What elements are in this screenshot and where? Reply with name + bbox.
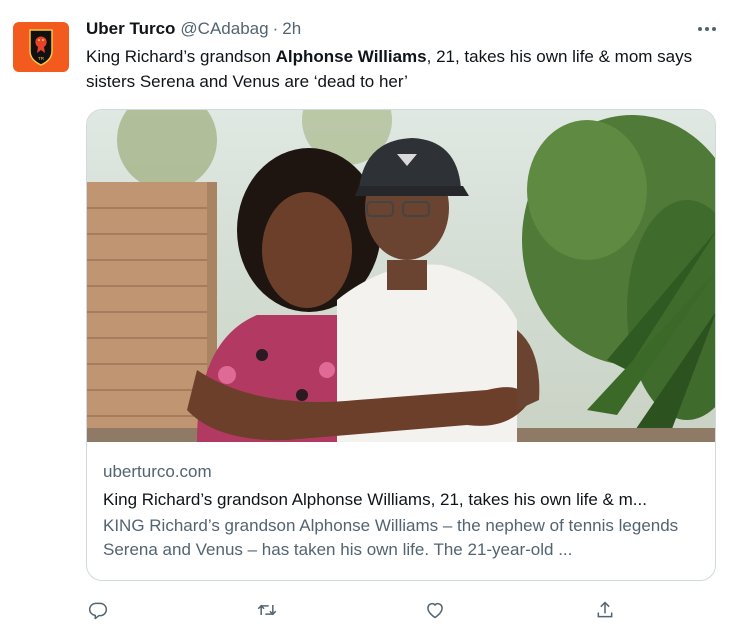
share-button[interactable]: [592, 597, 618, 623]
article-photo: [87, 110, 715, 442]
retweet-icon: [257, 604, 277, 616]
card-description: KING Richard’s grandson Alphonse William…: [103, 516, 679, 559]
lion-crest-logo-icon: TR: [29, 29, 53, 66]
share-icon: [597, 601, 613, 618]
separator-dot: ·: [272, 19, 279, 38]
reply-button[interactable]: [85, 597, 111, 623]
tweet-header: Uber Turco @CAdabag · 2h: [86, 17, 301, 41]
more-options-button[interactable]: [692, 17, 722, 41]
tweet-timestamp[interactable]: 2h: [282, 19, 301, 39]
avatar[interactable]: TR: [13, 22, 69, 72]
author-handle[interactable]: @CAdabag: [180, 19, 268, 39]
more-dot-icon: [698, 27, 702, 31]
tweet-text-bold: Alphonse Williams: [275, 47, 427, 66]
tweet[interactable]: TR Uber Turco @CAdabag · 2h King Richard…: [0, 0, 735, 631]
card-title: King Richard’s grandson Alphonse William…: [103, 490, 647, 509]
heart-icon: [427, 602, 443, 619]
like-button[interactable]: [422, 597, 448, 623]
tweet-actions: [0, 597, 735, 623]
tweet-text: King Richard’s grandson Alphonse William…: [86, 44, 716, 94]
card-meta: uberturco.com King Richard’s grandson Al…: [103, 460, 703, 562]
more-dot-icon: [705, 27, 709, 31]
more-dot-icon: [712, 27, 716, 31]
author-name[interactable]: Uber Turco: [86, 19, 175, 39]
retweet-button[interactable]: [254, 597, 280, 623]
tweet-text-part1: King Richard’s grandson: [86, 47, 276, 66]
link-card[interactable]: uberturco.com King Richard’s grandson Al…: [86, 109, 716, 581]
reply-icon: [88, 602, 108, 620]
avatar-text: TR: [38, 56, 45, 61]
card-domain: uberturco.com: [103, 462, 212, 481]
